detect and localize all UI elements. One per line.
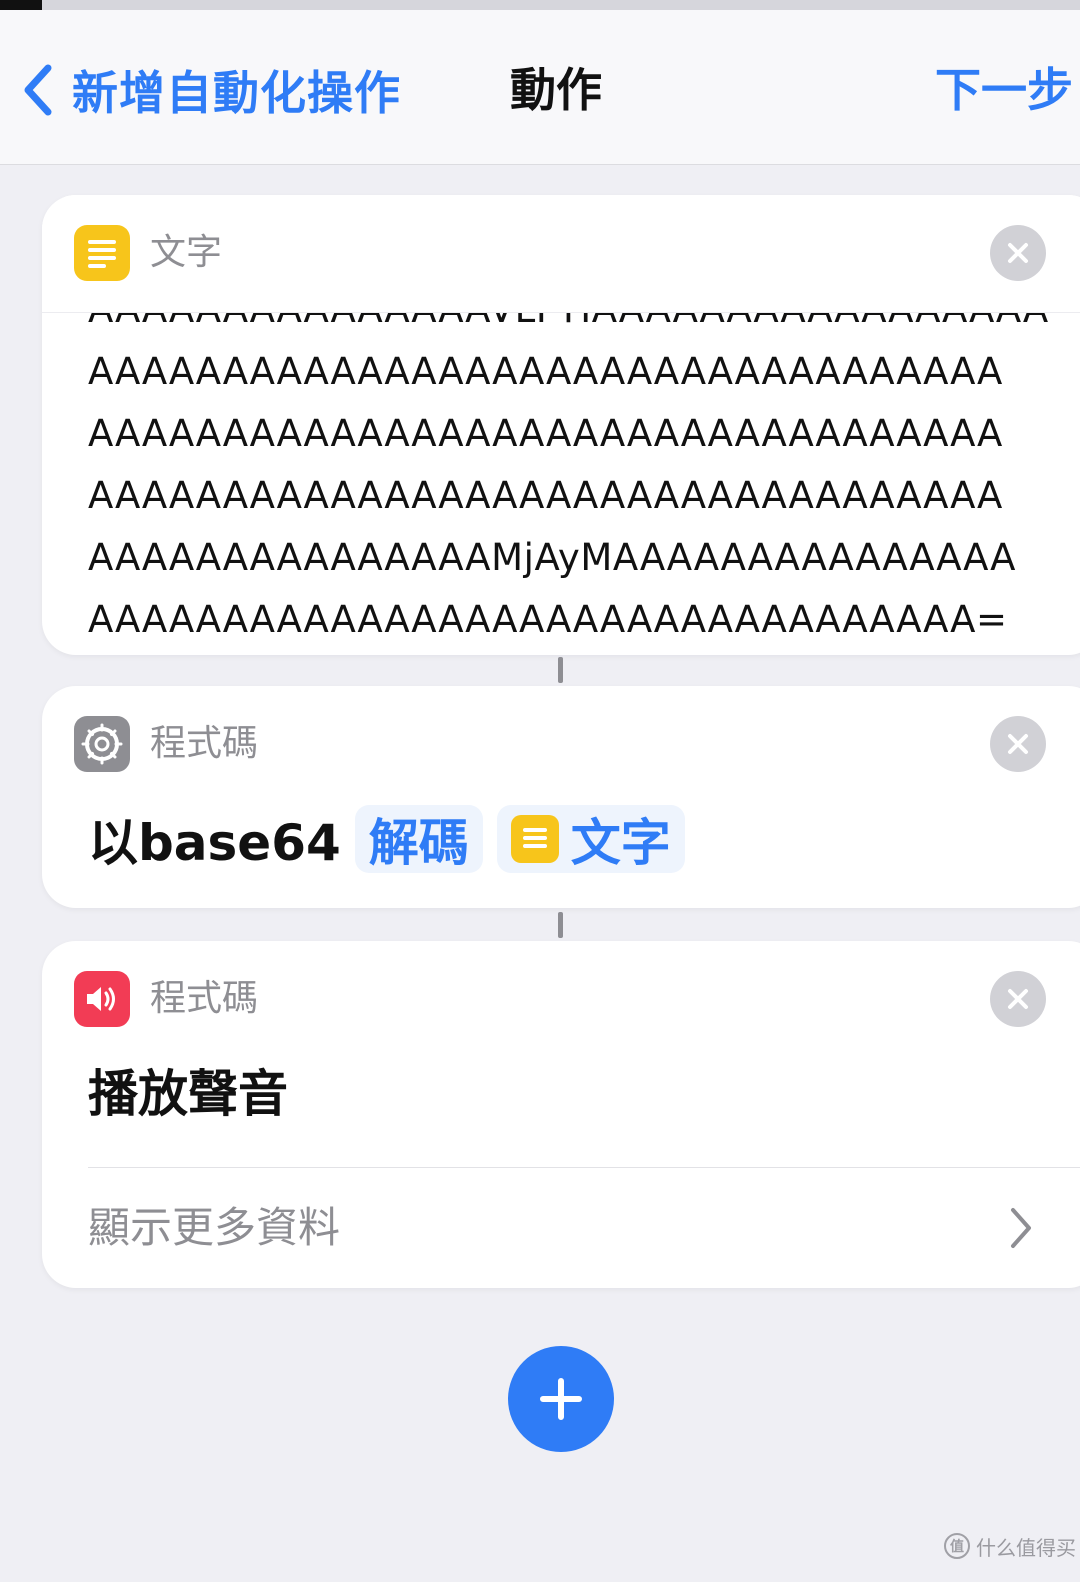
close-icon bbox=[1008, 243, 1028, 263]
text-note-icon bbox=[74, 225, 130, 281]
text-content[interactable]: AAAAAAAAAAAAAAAVLFTIAAAAAAAAAAAAAAAAA AA… bbox=[88, 307, 1048, 647]
gear-icon bbox=[74, 716, 130, 772]
action-connector bbox=[558, 657, 563, 683]
text-action-card[interactable]: AAAAAAAAAAAAAAAVLFTIAAAAAAAAAAAAAAAAA AA… bbox=[42, 195, 1080, 655]
chevron-right-icon bbox=[1011, 1208, 1031, 1248]
watermark: 值 什么值得买 bbox=[944, 1530, 1076, 1562]
decode-action-card[interactable]: 程式碼 以base64 解碼 文字 bbox=[42, 686, 1080, 908]
add-action-button[interactable] bbox=[508, 1346, 614, 1452]
speaker-icon bbox=[74, 971, 130, 1027]
text-line: AAAAAAAAAAAAAAAAAAAAAAAAAAAAAAAAAA bbox=[88, 474, 1003, 517]
action-label: 程式碼 bbox=[150, 723, 259, 764]
watermark-text: 什么值得买 bbox=[976, 1535, 1076, 1560]
action-connector bbox=[558, 912, 563, 938]
decode-mode-token[interactable]: 解碼 bbox=[354, 805, 483, 873]
play-sound-action-header: 程式碼 bbox=[42, 941, 1080, 1061]
next-button[interactable]: 下一步 bbox=[935, 60, 1073, 120]
close-icon bbox=[1008, 989, 1028, 1009]
decode-mode-label: 解碼 bbox=[368, 814, 469, 872]
text-line: AAAAAAAAAAAAAAAMjAyMAAAAAAAAAAAAAAA bbox=[88, 536, 1016, 579]
text-line: AAAAAAAAAAAAAAAAAAAAAAAAAAAAAAAAAA bbox=[88, 412, 1003, 455]
decode-action-summary: 以base64 解碼 文字 bbox=[88, 804, 685, 874]
text-note-icon bbox=[510, 815, 559, 863]
decode-action-header: 程式碼 bbox=[42, 686, 1080, 806]
back-button-label: 新增自動化操作 bbox=[72, 66, 401, 120]
status-bar-edge bbox=[0, 0, 42, 10]
close-icon bbox=[1008, 734, 1028, 754]
input-variable-token[interactable]: 文字 bbox=[496, 805, 685, 873]
plus-icon bbox=[540, 1378, 582, 1420]
show-more-label: 顯示更多資料 bbox=[88, 1203, 341, 1252]
remove-action-button[interactable] bbox=[990, 971, 1046, 1027]
decode-prefix: 以base64 bbox=[88, 814, 341, 872]
status-bar bbox=[0, 0, 1080, 10]
remove-action-button[interactable] bbox=[990, 716, 1046, 772]
show-more-button[interactable]: 顯示更多資料 bbox=[42, 1168, 1080, 1288]
watermark-logo-icon: 值 bbox=[944, 1533, 970, 1559]
text-line: AAAAAAAAAAAAAAAAAAAAAAAAAAAAAAAAA= bbox=[88, 598, 1008, 641]
chevron-left-icon bbox=[24, 64, 52, 116]
navigation-bar: 新增自動化操作 動作 下一步 bbox=[0, 10, 1080, 165]
remove-action-button[interactable] bbox=[990, 225, 1046, 281]
play-sound-title: 播放聲音 bbox=[88, 1065, 288, 1123]
page-title: 動作 bbox=[510, 63, 602, 117]
input-variable-label: 文字 bbox=[570, 814, 671, 872]
action-label: 程式碼 bbox=[150, 978, 259, 1019]
text-action-header: 文字 bbox=[42, 195, 1080, 313]
action-label: 文字 bbox=[150, 232, 223, 273]
text-line: AAAAAAAAAAAAAAAAAAAAAAAAAAAAAAAAAA bbox=[88, 350, 1003, 393]
play-sound-action-card[interactable]: 程式碼 播放聲音 顯示更多資料 bbox=[42, 941, 1080, 1288]
back-button[interactable]: 新增自動化操作 bbox=[18, 60, 401, 120]
